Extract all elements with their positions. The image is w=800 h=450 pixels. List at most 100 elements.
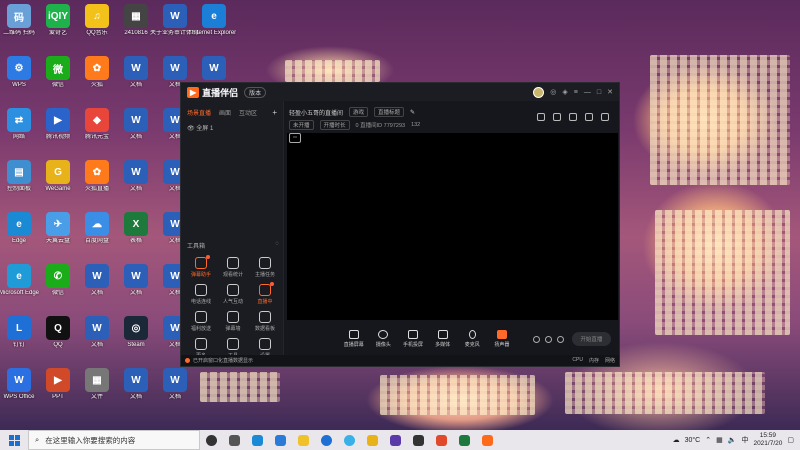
ime-icon[interactable]: 中 <box>741 435 748 445</box>
add-scene-icon[interactable]: + <box>272 108 277 117</box>
tool-label: 人气互动 <box>222 299 243 305</box>
start-button[interactable] <box>0 434 28 446</box>
media-button[interactable]: 多媒体 <box>432 330 454 348</box>
tool-label: 观看统计 <box>222 272 243 278</box>
taskbar-app-icon[interactable] <box>430 430 453 450</box>
time: 15:59 <box>759 432 777 439</box>
tool-item[interactable]: 主播任务 <box>249 257 281 278</box>
link-icon[interactable] <box>544 335 552 343</box>
tool-item[interactable]: 数据看板 <box>249 311 281 332</box>
desktop-icon-label: Internet Explorer <box>191 30 237 36</box>
taskbar-app-icon[interactable] <box>223 430 246 450</box>
window-light-decoration <box>565 372 765 414</box>
taskbar-app-icon[interactable] <box>384 430 407 450</box>
taskbar-app-icon[interactable] <box>292 430 315 450</box>
play-icon <box>437 330 448 339</box>
app-icon: W <box>124 160 148 184</box>
skin-icon[interactable]: ◈ <box>562 88 567 96</box>
version-badge[interactable]: 版本 <box>244 86 267 98</box>
screen-icon[interactable] <box>569 113 577 121</box>
bell-icon[interactable] <box>585 113 593 121</box>
eye-icon[interactable]: 👁 <box>187 126 195 132</box>
weather-icon[interactable]: ☁ <box>673 436 680 444</box>
app-icon: W <box>163 56 187 80</box>
memory-stat: 内存 <box>588 358 599 364</box>
taskbar-app-icon[interactable] <box>315 430 338 450</box>
volume-icon[interactable]: 🔈 <box>728 436 737 444</box>
maximize-icon[interactable]: □ <box>597 89 601 96</box>
scene-item[interactable]: 👁 全屏 1 <box>181 121 283 134</box>
start-live-button[interactable]: 开始直播 <box>571 332 611 346</box>
app-icon: ✿ <box>85 160 109 184</box>
window-light-decoration <box>200 372 280 402</box>
gift-icon[interactable] <box>537 113 545 121</box>
temperature[interactable]: 30°C <box>685 437 701 444</box>
status-chip: 未开播 <box>289 120 314 130</box>
taskbar-app-icon[interactable] <box>246 430 269 450</box>
app-icon: W <box>124 264 148 288</box>
app-logo-icon: ▶ <box>187 86 200 98</box>
taskbar-search[interactable]: ⌕ 在这里输入你要搜索的内容 <box>28 430 200 450</box>
notification-icon[interactable]: ◎ <box>550 88 556 96</box>
tool-icon <box>259 282 274 296</box>
tools-settings-icon[interactable]: ◌ <box>275 241 279 250</box>
tool-item[interactable]: 弹幕助手 <box>185 255 217 278</box>
screen-capture-button[interactable]: 直播屏幕 <box>343 330 365 348</box>
mini-preview-icon[interactable]: ▭ <box>289 133 301 143</box>
taskbar-app-icon[interactable] <box>200 430 223 450</box>
tab-picture[interactable]: 画面 <box>219 108 231 117</box>
app-icon: ☁ <box>85 212 109 236</box>
live-preview-canvas[interactable]: ▭ <box>287 133 618 320</box>
phone-cast-button[interactable]: 手机投屏 <box>402 330 424 348</box>
settings-icon[interactable] <box>556 335 564 343</box>
app-icon: ▦ <box>85 368 109 392</box>
tab-interact[interactable]: 互动区 <box>239 108 257 117</box>
room-tag[interactable]: 游戏 <box>349 107 369 117</box>
camera-button[interactable]: 摄像头 <box>373 330 395 348</box>
taskbar-app-icon[interactable] <box>361 430 384 450</box>
network-icon[interactable]: ▦ <box>716 436 723 444</box>
record-icon[interactable] <box>532 335 540 343</box>
speaker-button[interactable]: 扬声器 <box>491 330 513 348</box>
desktop-icon[interactable]: e Internet Explorer <box>189 4 239 37</box>
taskbar-app-icon[interactable] <box>453 430 476 450</box>
tools-grid: 弹幕助手观看统计主播任务电话连线人气互动直播中福利放送弹幕墙数据看板更多工具设置 <box>185 255 281 359</box>
tool-icon <box>259 338 271 350</box>
tool-item[interactable]: 福利放送 <box>185 311 217 332</box>
room-title[interactable]: 轻盈小五哥的直播间 <box>289 108 343 117</box>
room-title-field[interactable]: 直播标题 <box>374 107 405 117</box>
avatar[interactable] <box>533 86 545 98</box>
taskbar-app-icon[interactable] <box>476 430 499 450</box>
desktop-icon[interactable]: W 文档 <box>150 368 200 401</box>
microphone-button[interactable]: 麦克风 <box>461 330 483 348</box>
tool-item[interactable]: 电话连线 <box>185 284 217 305</box>
clock[interactable]: 15:59 2021/7/20 <box>753 432 782 448</box>
app-name: 直播伴侣 <box>202 87 239 98</box>
taskbar-app-icon[interactable] <box>338 430 361 450</box>
lock-icon[interactable] <box>553 113 561 121</box>
tool-item[interactable]: 观看统计 <box>217 257 249 278</box>
menu-icon[interactable]: ≡ <box>574 89 578 96</box>
tool-item[interactable]: 直播中 <box>249 282 281 305</box>
tool-item[interactable]: 人气互动 <box>217 284 249 305</box>
app-icon: Q <box>46 316 70 340</box>
button-label: 摄像头 <box>375 342 391 348</box>
tool-item[interactable]: 弹幕墙 <box>217 311 249 332</box>
badge-dot-icon <box>206 255 210 259</box>
notifications-icon[interactable]: ▢ <box>787 436 794 444</box>
tool-icon <box>195 311 207 323</box>
edit-icon[interactable]: ✎ <box>410 109 415 116</box>
minimize-icon[interactable]: — <box>584 89 591 96</box>
taskbar-app-icon[interactable] <box>407 430 430 450</box>
taskbar-app-icon[interactable] <box>269 430 292 450</box>
tools-title: 工具箱 <box>187 244 206 250</box>
close-icon[interactable]: ✕ <box>607 88 613 96</box>
app-icon: W <box>202 56 226 80</box>
tool-icon <box>195 338 207 350</box>
share-icon[interactable] <box>601 113 609 121</box>
tab-scene[interactable]: 场景直播 <box>187 108 211 117</box>
status-bar: 已开启窗口化直播数据显示 CPU 内存 网络 <box>181 355 619 366</box>
app-icon: ▦ <box>124 4 148 28</box>
app-icon: L <box>7 316 31 340</box>
chevron-up-icon[interactable]: ⌃ <box>705 436 711 444</box>
